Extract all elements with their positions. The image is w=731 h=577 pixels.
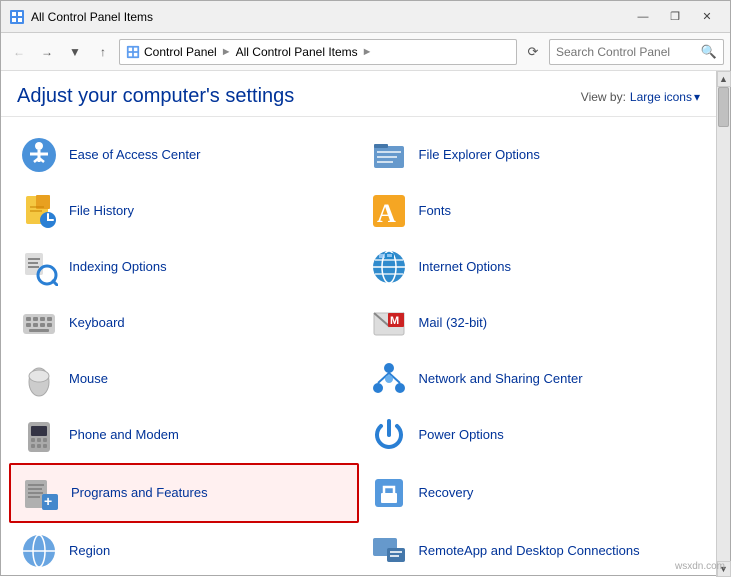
- scroll-down-button[interactable]: ▼: [717, 561, 731, 577]
- cp-item-indexing-options[interactable]: Indexing Options: [9, 239, 359, 295]
- content-header: Adjust your computer's settings View by:…: [1, 71, 716, 117]
- power-options-label: Power Options: [419, 427, 504, 444]
- ease-of-access-label: Ease of Access Center: [69, 147, 201, 164]
- file-history-icon: [19, 191, 59, 231]
- region-icon: [19, 531, 59, 571]
- keyboard-icon: [19, 303, 59, 343]
- indexing-options-label: Indexing Options: [69, 259, 167, 276]
- cp-item-internet-options[interactable]: Internet Options: [359, 239, 709, 295]
- recovery-icon: [369, 473, 409, 513]
- cp-item-ease-of-access[interactable]: Ease of Access Center: [9, 127, 359, 183]
- up-button[interactable]: ↑: [91, 40, 115, 64]
- power-options-icon: [369, 415, 409, 455]
- path-all-items[interactable]: All Control Panel Items: [236, 45, 358, 59]
- mouse-icon: [19, 359, 59, 399]
- items-grid: Ease of Access Center File Explorer Optio…: [1, 117, 716, 577]
- cp-item-recovery[interactable]: Recovery: [359, 463, 709, 523]
- cp-item-remoteapp[interactable]: RemoteApp and Desktop Connections: [359, 523, 709, 577]
- recent-locations-button[interactable]: ▼: [63, 40, 87, 64]
- window-title: All Control Panel Items: [31, 10, 628, 24]
- view-by-label: View by:: [581, 90, 626, 104]
- cp-item-file-explorer-options[interactable]: File Explorer Options: [359, 127, 709, 183]
- region-label: Region: [69, 543, 110, 560]
- path-control-panel[interactable]: Control Panel: [144, 45, 217, 59]
- address-bar: ← → ▼ ↑ Control Panel ► All Control Pane…: [1, 33, 730, 71]
- internet-options-icon: [369, 247, 409, 287]
- scroll-track[interactable]: [717, 87, 730, 561]
- refresh-button[interactable]: ⟳: [521, 40, 545, 64]
- minimize-button[interactable]: —: [628, 5, 658, 29]
- network-sharing-icon: [369, 359, 409, 399]
- programs-features-icon: +: [21, 473, 61, 513]
- search-icon: 🔍: [701, 44, 717, 60]
- forward-button[interactable]: →: [35, 40, 59, 64]
- mail-icon: M: [369, 303, 409, 343]
- cp-item-mouse[interactable]: Mouse: [9, 351, 359, 407]
- maximize-button[interactable]: ❐: [660, 5, 690, 29]
- address-path[interactable]: Control Panel ► All Control Panel Items …: [119, 39, 517, 65]
- scrollbar: ▲ ▼: [716, 71, 730, 577]
- recovery-label: Recovery: [419, 485, 474, 502]
- svg-text:+: +: [44, 493, 52, 509]
- indexing-options-icon: [19, 247, 59, 287]
- network-sharing-label: Network and Sharing Center: [419, 371, 583, 388]
- cp-item-phone-modem[interactable]: Phone and Modem: [9, 407, 359, 463]
- fonts-icon: A: [369, 191, 409, 231]
- cp-item-keyboard[interactable]: Keyboard: [9, 295, 359, 351]
- fonts-label: Fonts: [419, 203, 452, 220]
- back-button[interactable]: ←: [7, 40, 31, 64]
- phone-modem-label: Phone and Modem: [69, 427, 179, 444]
- cp-item-power-options[interactable]: Power Options: [359, 407, 709, 463]
- remoteapp-label: RemoteApp and Desktop Connections: [419, 543, 640, 560]
- remoteapp-icon: [369, 531, 409, 571]
- keyboard-label: Keyboard: [69, 315, 125, 332]
- view-by-dropdown[interactable]: Large icons ▾: [630, 90, 700, 104]
- page-title: Adjust your computer's settings: [17, 85, 294, 108]
- svg-text:M: M: [390, 315, 399, 327]
- phone-modem-icon: [19, 415, 59, 455]
- window-controls: — ❐ ✕: [628, 5, 722, 29]
- cp-item-file-history[interactable]: File History: [9, 183, 359, 239]
- file-explorer-options-label: File Explorer Options: [419, 147, 540, 164]
- search-input[interactable]: [556, 45, 697, 59]
- ease-of-access-icon: [19, 135, 59, 175]
- close-button[interactable]: ✕: [692, 5, 722, 29]
- programs-features-label: Programs and Features: [71, 485, 208, 502]
- cp-item-network-sharing[interactable]: Network and Sharing Center: [359, 351, 709, 407]
- file-explorer-options-icon: [369, 135, 409, 175]
- window-icon: [9, 9, 25, 25]
- cp-item-mail[interactable]: M Mail (32-bit): [359, 295, 709, 351]
- cp-item-programs-features[interactable]: + Programs and Features: [9, 463, 359, 523]
- view-by-control: View by: Large icons ▾: [581, 90, 700, 104]
- mail-label: Mail (32-bit): [419, 315, 488, 332]
- content-panel: Adjust your computer's settings View by:…: [1, 71, 716, 577]
- title-bar: All Control Panel Items — ❐ ✕: [1, 1, 730, 33]
- cp-item-region[interactable]: Region: [9, 523, 359, 577]
- svg-text:A: A: [377, 199, 396, 228]
- main-area: Adjust your computer's settings View by:…: [1, 71, 730, 577]
- scroll-up-button[interactable]: ▲: [717, 71, 731, 87]
- internet-options-label: Internet Options: [419, 259, 512, 276]
- search-box[interactable]: 🔍: [549, 39, 724, 65]
- cp-item-fonts[interactable]: A Fonts: [359, 183, 709, 239]
- scroll-thumb[interactable]: [718, 87, 729, 127]
- mouse-label: Mouse: [69, 371, 108, 388]
- file-history-label: File History: [69, 203, 134, 220]
